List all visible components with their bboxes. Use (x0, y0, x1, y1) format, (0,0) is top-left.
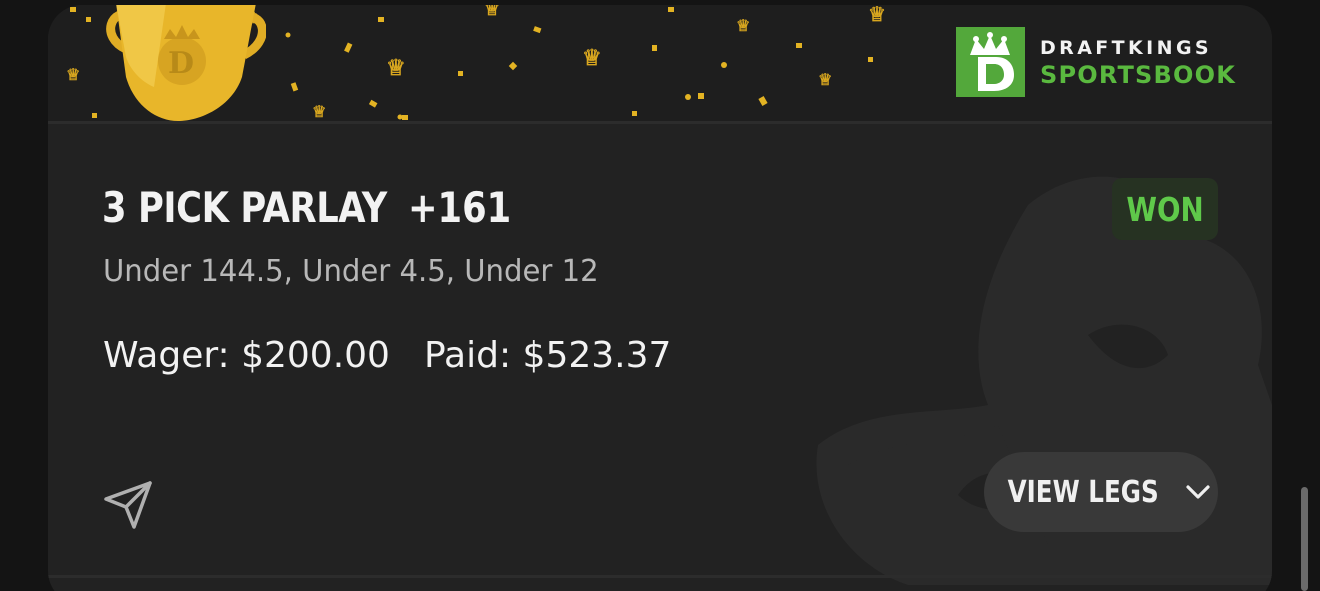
wager-payout-row: Wager: $200.00 Paid: $523.37 (103, 335, 671, 376)
svg-text:♕: ♕ (484, 5, 500, 20)
draftkings-brand: DRAFTKINGS SPORTSBOOK (956, 27, 1235, 97)
draftkings-crown-d-logo (956, 27, 1025, 97)
paid-amount: Paid: $523.37 (423, 335, 672, 376)
chevron-down-icon (1186, 485, 1210, 499)
brand-name-line1: DRAFTKINGS (1040, 37, 1213, 59)
brand-name-line2: SPORTSBOOK (1040, 61, 1237, 89)
status-badge-label: WON (1126, 189, 1204, 229)
svg-text:♕: ♕ (386, 55, 406, 81)
bet-type-title: 3 PICK PARLAY (102, 183, 387, 232)
view-legs-label: VIEW LEGS (1007, 474, 1159, 510)
svg-text:♕: ♕ (736, 16, 750, 35)
trophy-icon: D (106, 5, 266, 121)
svg-text:D: D (168, 46, 194, 81)
status-badge: WON (1112, 178, 1218, 240)
bet-slip-screen: ♕ ♕ ♕ ♕ ♕ ♕ ♕ ♕ ♕ (0, 0, 1320, 591)
view-legs-button[interactable]: VIEW LEGS (984, 452, 1218, 532)
svg-text:♕: ♕ (868, 5, 886, 26)
legs-summary: Under 144.5, Under 4.5, Under 12 (103, 254, 599, 289)
bet-card: ♕ ♕ ♕ ♕ ♕ ♕ ♕ ♕ ♕ (48, 5, 1272, 591)
share-paper-plane-icon[interactable] (102, 479, 156, 531)
card-bottom-divider (48, 575, 1272, 578)
scrollbar[interactable] (1301, 487, 1308, 591)
bet-odds: +161 (408, 183, 512, 232)
svg-text:♕: ♕ (582, 45, 602, 71)
svg-text:♕: ♕ (312, 102, 326, 121)
svg-text:♕: ♕ (66, 65, 80, 84)
wager-amount: Wager: $200.00 (103, 335, 390, 376)
svg-text:♕: ♕ (818, 70, 832, 89)
header-divider (48, 121, 1272, 124)
